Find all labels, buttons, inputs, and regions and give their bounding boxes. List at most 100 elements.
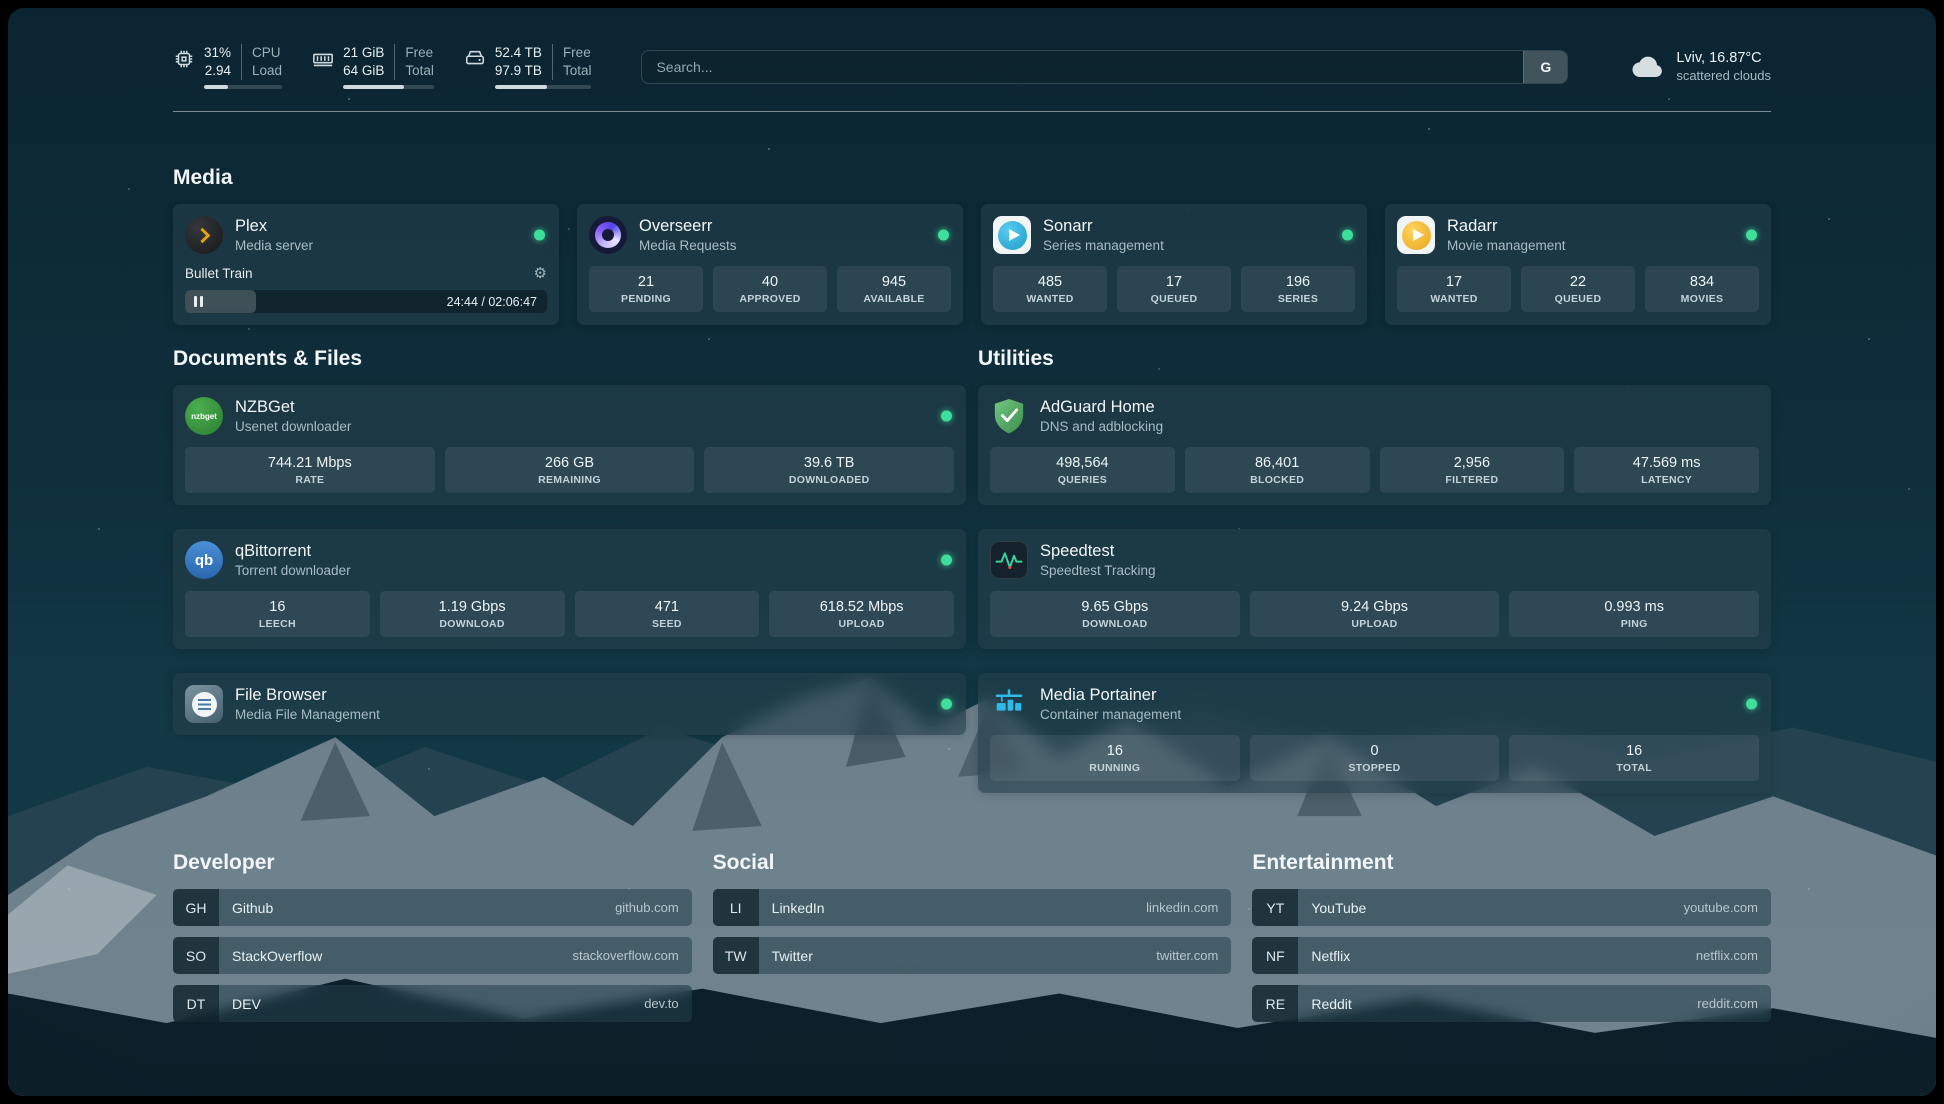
section-title-documents: Documents & Files bbox=[173, 347, 966, 371]
service-title: Radarr bbox=[1447, 217, 1566, 236]
bookmark-stackoverflow[interactable]: SO StackOverflow stackoverflow.com bbox=[173, 937, 692, 974]
status-dot bbox=[938, 230, 949, 241]
section-utilities: Utilities bbox=[978, 347, 1771, 793]
service-subtitle: Series management bbox=[1043, 238, 1164, 253]
service-subtitle: Usenet downloader bbox=[235, 419, 351, 434]
stat-upload: 9.24 Gbps UPLOAD bbox=[1250, 591, 1500, 637]
bookmark-linkedin[interactable]: LI LinkedIn linkedin.com bbox=[713, 889, 1232, 926]
bookmark-domain: linkedin.com bbox=[1146, 900, 1218, 915]
service-card-sonarr[interactable]: Sonarr Series management 485 WANTED 17 Q… bbox=[981, 204, 1367, 325]
service-card-speedtest[interactable]: Speedtest Speedtest Tracking 9.65 Gbps D… bbox=[978, 529, 1771, 649]
bookmark-abbr: YT bbox=[1252, 889, 1298, 926]
disk-usage-bar bbox=[495, 85, 592, 89]
status-dot bbox=[1342, 230, 1353, 241]
search-input[interactable] bbox=[642, 51, 1523, 83]
service-subtitle: Media File Management bbox=[235, 707, 380, 722]
sonarr-icon bbox=[993, 216, 1031, 254]
search-bar[interactable]: G bbox=[641, 50, 1568, 84]
memory-widget: 21 GiB 64 GiB Free Total bbox=[312, 44, 434, 89]
service-card-radarr[interactable]: Radarr Movie management 17 WANTED 22 QUE… bbox=[1385, 204, 1771, 325]
status-dot bbox=[1746, 699, 1757, 710]
filebrowser-icon bbox=[185, 685, 223, 723]
stat-approved: 40 APPROVED bbox=[713, 266, 827, 312]
service-title: File Browser bbox=[235, 686, 380, 705]
bookmark-abbr: RE bbox=[1252, 985, 1298, 1022]
cpu-widget: 31% 2.94 CPU Load bbox=[173, 44, 282, 89]
service-card-adguard[interactable]: AdGuard Home DNS and adblocking 498,564 … bbox=[978, 385, 1771, 505]
weather-widget: Lviv, 16.87°C scattered clouds bbox=[1630, 50, 1771, 83]
service-title: qBittorrent bbox=[235, 542, 351, 561]
gear-icon[interactable]: ⚙ bbox=[534, 264, 547, 282]
service-subtitle: DNS and adblocking bbox=[1040, 419, 1163, 434]
bookmark-domain: dev.to bbox=[644, 996, 678, 1011]
service-card-plex[interactable]: Plex Media server Bullet Train ⚙ 24:44 /… bbox=[173, 204, 559, 325]
bookmark-abbr: NF bbox=[1252, 937, 1298, 974]
bookmark-github[interactable]: GH Github github.com bbox=[173, 889, 692, 926]
service-subtitle: Speedtest Tracking bbox=[1040, 563, 1156, 578]
section-title-developer: Developer bbox=[173, 851, 692, 875]
portainer-icon bbox=[990, 685, 1028, 723]
stat-downloaded: 39.6 TB DOWNLOADED bbox=[704, 447, 954, 493]
bookmark-youtube[interactable]: YT YouTube youtube.com bbox=[1252, 889, 1771, 926]
bookmark-name: DEV bbox=[232, 996, 261, 1012]
stat-queued: 22 QUEUED bbox=[1521, 266, 1635, 312]
service-title: Sonarr bbox=[1043, 217, 1164, 236]
stat-latency: 47.569 ms LATENCY bbox=[1574, 447, 1759, 493]
bookmark-group-entertainment: Entertainment YT YouTube youtube.com NF … bbox=[1252, 851, 1771, 1033]
bookmark-abbr: GH bbox=[173, 889, 219, 926]
stat-queries: 498,564 QUERIES bbox=[990, 447, 1175, 493]
service-subtitle: Container management bbox=[1040, 707, 1181, 722]
header-divider bbox=[173, 111, 1771, 112]
bookmark-abbr: TW bbox=[713, 937, 759, 974]
bookmark-name: Netflix bbox=[1311, 948, 1350, 964]
search-provider-button[interactable]: G bbox=[1523, 51, 1567, 83]
stat-remaining: 266 GB REMAINING bbox=[445, 447, 695, 493]
service-card-portainer[interactable]: Media Portainer Container management 16 … bbox=[978, 673, 1771, 793]
bookmark-dev[interactable]: DT DEV dev.to bbox=[173, 985, 692, 1022]
section-title-social: Social bbox=[713, 851, 1232, 875]
service-title: AdGuard Home bbox=[1040, 398, 1163, 417]
bookmark-name: YouTube bbox=[1311, 900, 1366, 916]
bookmark-name: LinkedIn bbox=[772, 900, 825, 916]
disk-widget: 52.4 TB 97.9 TB Free Total bbox=[464, 44, 592, 89]
plex-icon bbox=[185, 216, 223, 254]
section-title-entertainment: Entertainment bbox=[1252, 851, 1771, 875]
bookmark-netflix[interactable]: NF Netflix netflix.com bbox=[1252, 937, 1771, 974]
qbittorrent-icon: qb bbox=[185, 541, 223, 579]
memory-values: 21 GiB 64 GiB bbox=[343, 44, 395, 80]
bookmark-domain: reddit.com bbox=[1697, 996, 1758, 1011]
stat-upload: 618.52 Mbps UPLOAD bbox=[769, 591, 954, 637]
service-subtitle: Media Requests bbox=[639, 238, 737, 253]
playback-progress-bar[interactable]: 24:44 / 02:06:47 bbox=[185, 290, 547, 313]
overseerr-icon bbox=[589, 216, 627, 254]
stat-stopped: 0 STOPPED bbox=[1250, 735, 1500, 781]
service-card-qbittorrent[interactable]: qb qBittorrent Torrent downloader 16 LEE… bbox=[173, 529, 966, 649]
playback-time: 24:44 / 02:06:47 bbox=[447, 295, 537, 309]
status-dot bbox=[534, 230, 545, 241]
stat-filtered: 2,956 FILTERED bbox=[1380, 447, 1565, 493]
service-card-filebrowser[interactable]: File Browser Media File Management bbox=[173, 673, 966, 735]
bookmark-reddit[interactable]: RE Reddit reddit.com bbox=[1252, 985, 1771, 1022]
disk-labels: Free Total bbox=[553, 44, 592, 80]
radarr-icon bbox=[1397, 216, 1435, 254]
stat-wanted: 485 WANTED bbox=[993, 266, 1107, 312]
stat-leech: 16 LEECH bbox=[185, 591, 370, 637]
status-dot bbox=[941, 411, 952, 422]
section-title-utilities: Utilities bbox=[978, 347, 1771, 371]
stat-movies: 834 MOVIES bbox=[1645, 266, 1759, 312]
service-card-nzbget[interactable]: nzbget NZBGet Usenet downloader 744.21 M… bbox=[173, 385, 966, 505]
cpu-values: 31% 2.94 bbox=[204, 44, 242, 80]
bookmark-twitter[interactable]: TW Twitter twitter.com bbox=[713, 937, 1232, 974]
service-title: Plex bbox=[235, 217, 313, 236]
bookmark-domain: github.com bbox=[615, 900, 679, 915]
stat-wanted: 17 WANTED bbox=[1397, 266, 1511, 312]
stat-pending: 21 PENDING bbox=[589, 266, 703, 312]
header: 31% 2.94 CPU Load bbox=[173, 8, 1771, 89]
service-subtitle: Torrent downloader bbox=[235, 563, 351, 578]
pause-icon[interactable] bbox=[194, 296, 203, 307]
bookmark-domain: twitter.com bbox=[1156, 948, 1218, 963]
cloud-icon bbox=[1630, 53, 1666, 81]
service-card-overseerr[interactable]: Overseerr Media Requests 21 PENDING 40 A… bbox=[577, 204, 963, 325]
service-title: Speedtest bbox=[1040, 542, 1156, 561]
status-dot bbox=[941, 699, 952, 710]
